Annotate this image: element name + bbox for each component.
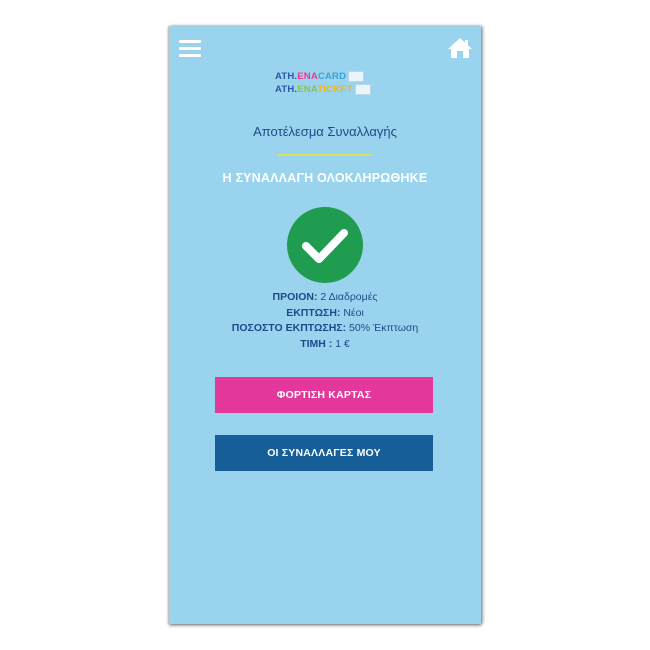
card-thumbnail-icon <box>348 70 365 82</box>
my-transactions-button[interactable]: ΟΙ ΣΥΝΑΛΛΑΓΕΣ ΜΟΥ <box>215 435 433 471</box>
page-title: Αποτέλεσμα Συναλλαγής <box>253 124 397 139</box>
home-icon[interactable] <box>447 36 473 60</box>
check-circle-icon <box>286 206 364 284</box>
ticket-thumbnail-icon <box>354 83 371 95</box>
discount-percent-row: ΠΟΣΟΣΤΟ ΕΚΠΤΩΣΗΣ: 50% Έκπτωση <box>231 322 419 334</box>
load-card-button[interactable]: ΦΟΡΤΙΣΗ ΚΑΡΤΑΣ <box>215 377 433 413</box>
price-row: ΤΙΜΗ : 1 € <box>300 337 350 350</box>
athenaticket-logo-line: ATH.ENATICKET <box>275 83 379 96</box>
app-screen: ATH.ENACARD ATH.ENATICKET Αποτέλεσμα Συν… <box>169 26 481 624</box>
hamburger-menu-icon[interactable] <box>179 40 201 58</box>
transaction-details: ΠΡΟΙΟΝ: 2 Διαδρομές ΕΚΠΤΩΣΗ: Νέοι ΠΟΣΟΣΤ… <box>169 290 481 352</box>
transaction-status: Η ΣΥΝΑΛΛΑΓΗ ΟΛΟΚΛΗΡΩΘΗΚΕ <box>222 171 428 185</box>
title-divider <box>278 154 372 156</box>
discount-row: ΕΚΠΤΩΣΗ: Νέοι <box>286 306 364 319</box>
athenacard-logo-line: ATH.ENACARD <box>275 70 379 83</box>
product-row: ΠΡΟΙΟΝ: 2 Διαδρομές <box>272 291 378 303</box>
athena-logo: ATH.ENACARD ATH.ENATICKET <box>275 70 379 100</box>
